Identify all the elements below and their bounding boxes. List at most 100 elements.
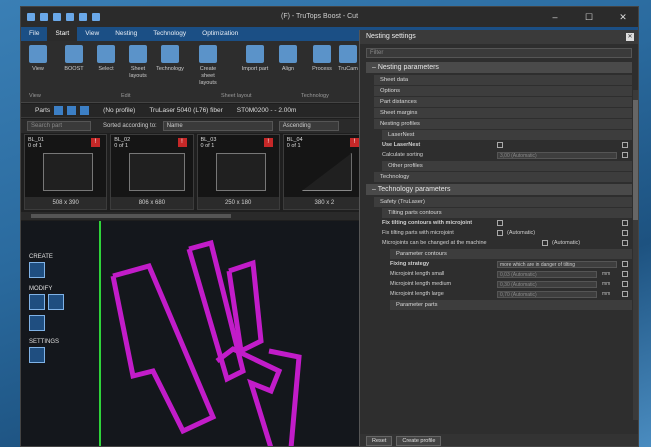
- parts-label: Parts: [35, 107, 51, 114]
- sort-label: Sorted according to:: [103, 123, 157, 129]
- scroll-thumb[interactable]: [633, 100, 638, 220]
- warning-icon: !: [263, 138, 273, 147]
- part-card[interactable]: BL_02 0 of 1 ! 806 x 680: [110, 134, 194, 210]
- material-label[interactable]: ST0M0200 - - 2.00m: [237, 107, 297, 114]
- mj-medium-field[interactable]: 0,30 (Automatic): [497, 281, 597, 288]
- menu-start[interactable]: Start: [47, 27, 78, 41]
- part-contour: [215, 346, 283, 446]
- app-icon[interactable]: [27, 13, 35, 21]
- sheet-layouts-button[interactable]: Sheet layouts: [123, 45, 153, 80]
- process-icon: [313, 45, 331, 63]
- part-name: BL_03 0 of 1: [200, 137, 217, 149]
- sort-select[interactable]: Name: [162, 121, 273, 131]
- sheet-icon: [129, 45, 147, 63]
- order-select[interactable]: Ascending: [278, 121, 339, 131]
- close-button[interactable]: ✕: [606, 7, 638, 27]
- warning-icon: !: [177, 138, 187, 147]
- reset-button[interactable]: Reset: [366, 436, 393, 446]
- lock-checkbox[interactable]: [622, 281, 628, 287]
- parts-list-icon[interactable]: [80, 106, 90, 115]
- technology-parameters-section[interactable]: – Technology parameters: [366, 184, 632, 195]
- mj-small-field[interactable]: 0,03 (Automatic): [497, 271, 597, 278]
- parts-grid-icon[interactable]: [67, 106, 77, 115]
- mj-medium-row: Microjoint length medium 0,30 (Automatic)…: [390, 280, 632, 289]
- part-card[interactable]: BL_04 0 of 1 ! 380 x 2: [282, 134, 366, 210]
- part-card[interactable]: BL_01 0 of 1 ! 508 x 390: [24, 134, 108, 210]
- lock-checkbox[interactable]: [622, 291, 628, 297]
- lock-checkbox[interactable]: [622, 261, 628, 267]
- minimize-button[interactable]: –: [538, 7, 572, 27]
- menu-view[interactable]: View: [77, 27, 107, 41]
- filter-input[interactable]: Filter: [366, 48, 632, 58]
- nesting-profiles-item[interactable]: Nesting profiles: [374, 119, 632, 129]
- create-profile-button[interactable]: Create profile: [396, 436, 442, 446]
- align-button[interactable]: Align: [273, 45, 303, 73]
- fix-contours-checkbox[interactable]: [497, 220, 503, 226]
- machine-label[interactable]: TruLaser 5040 (L76) fiber: [149, 107, 222, 114]
- part-dimensions: 508 x 390: [25, 197, 107, 209]
- lock-checkbox[interactable]: [622, 142, 628, 148]
- part-dimensions: 806 x 680: [111, 197, 193, 209]
- boost-button[interactable]: BOOST: [59, 45, 89, 73]
- lasernest-item[interactable]: LaserNest: [382, 130, 632, 140]
- part-distances-item[interactable]: Part distances: [374, 97, 632, 107]
- lock-checkbox[interactable]: [622, 230, 628, 236]
- open-icon[interactable]: [53, 13, 61, 21]
- parts-view-icon[interactable]: [54, 106, 64, 115]
- search-part-input[interactable]: Search part: [27, 121, 91, 131]
- sheet-canvas[interactable]: CREATE MODIFY SETTINGS: [21, 221, 361, 446]
- lock-checkbox[interactable]: [622, 152, 628, 158]
- fixing-strategy-row: Fixing strategy more which are in danger …: [390, 260, 632, 269]
- profile-label[interactable]: (No profile): [103, 107, 135, 114]
- technology-item[interactable]: Technology: [374, 172, 632, 182]
- part-name: BL_04 0 of 1: [286, 137, 303, 149]
- options-item[interactable]: Options: [374, 86, 632, 96]
- save-icon[interactable]: [66, 13, 74, 21]
- calculate-sorting-field[interactable]: 3,00 (Automatic): [497, 152, 617, 159]
- part-card[interactable]: BL_03 0 of 1 ! 250 x 180: [196, 134, 280, 210]
- create-sheet-layouts-button[interactable]: Create sheet layouts: [193, 45, 223, 87]
- align-icon: [279, 45, 297, 63]
- lock-checkbox[interactable]: [622, 271, 628, 277]
- menu-optimization[interactable]: Optimization: [194, 27, 246, 41]
- mj-large-row: Microjoint length large 0,70 (Automatic) m…: [390, 290, 632, 299]
- nesting-parameters-section[interactable]: – Nesting parameters: [366, 62, 632, 73]
- use-lasernest-checkbox[interactable]: [497, 142, 503, 148]
- view-button[interactable]: View: [23, 45, 53, 73]
- boost-icon: [65, 45, 83, 63]
- safety-item[interactable]: Safety (TruLaser): [374, 197, 632, 207]
- panel-scrollbar[interactable]: [633, 90, 638, 420]
- tilting-contours-item[interactable]: Tilting parts contours: [382, 208, 632, 218]
- menu-file[interactable]: File: [21, 27, 47, 41]
- sheet-margins-item[interactable]: Sheet margins: [374, 108, 632, 118]
- undo-icon[interactable]: [92, 13, 100, 21]
- mj-change-checkbox[interactable]: [542, 240, 548, 246]
- lock-checkbox[interactable]: [622, 220, 628, 226]
- maximize-button[interactable]: ☐: [572, 7, 606, 27]
- sheet-data-item[interactable]: Sheet data: [374, 75, 632, 85]
- nested-parts-drawing: [110, 239, 302, 446]
- cards-scrollbar[interactable]: [21, 212, 366, 220]
- part-contour: [268, 348, 302, 446]
- mj-change-row: Microjoints can be changed at the machin…: [382, 239, 632, 248]
- mj-small-row: Microjoint length small 0,03 (Automatic) m…: [390, 270, 632, 279]
- fix-parts-checkbox[interactable]: [497, 230, 503, 236]
- parameter-parts-item[interactable]: Parameter parts: [390, 300, 632, 310]
- lock-checkbox[interactable]: [622, 240, 628, 246]
- technology-button[interactable]: Technology: [155, 45, 185, 73]
- warning-icon: !: [350, 138, 359, 147]
- other-profiles-item[interactable]: Other profiles: [382, 161, 632, 171]
- grid-icon[interactable]: [79, 13, 87, 21]
- menu-technology[interactable]: Technology: [145, 27, 194, 41]
- menu-nesting[interactable]: Nesting: [107, 27, 145, 41]
- new-icon[interactable]: [40, 13, 48, 21]
- fix-contours-row: Fix tilting contours with microjoint: [382, 219, 632, 228]
- import-part-button[interactable]: Import part: [233, 45, 277, 73]
- select-button[interactable]: Select: [91, 45, 121, 73]
- mj-large-field[interactable]: 0,70 (Automatic): [497, 291, 597, 298]
- parameter-contours-item[interactable]: Parameter contours: [390, 249, 632, 259]
- scroll-thumb[interactable]: [31, 214, 231, 218]
- window-controls: – ☐ ✕: [538, 7, 638, 27]
- fixing-strategy-select[interactable]: more which are in danger of tilting: [497, 261, 617, 268]
- close-icon[interactable]: ✕: [626, 33, 634, 41]
